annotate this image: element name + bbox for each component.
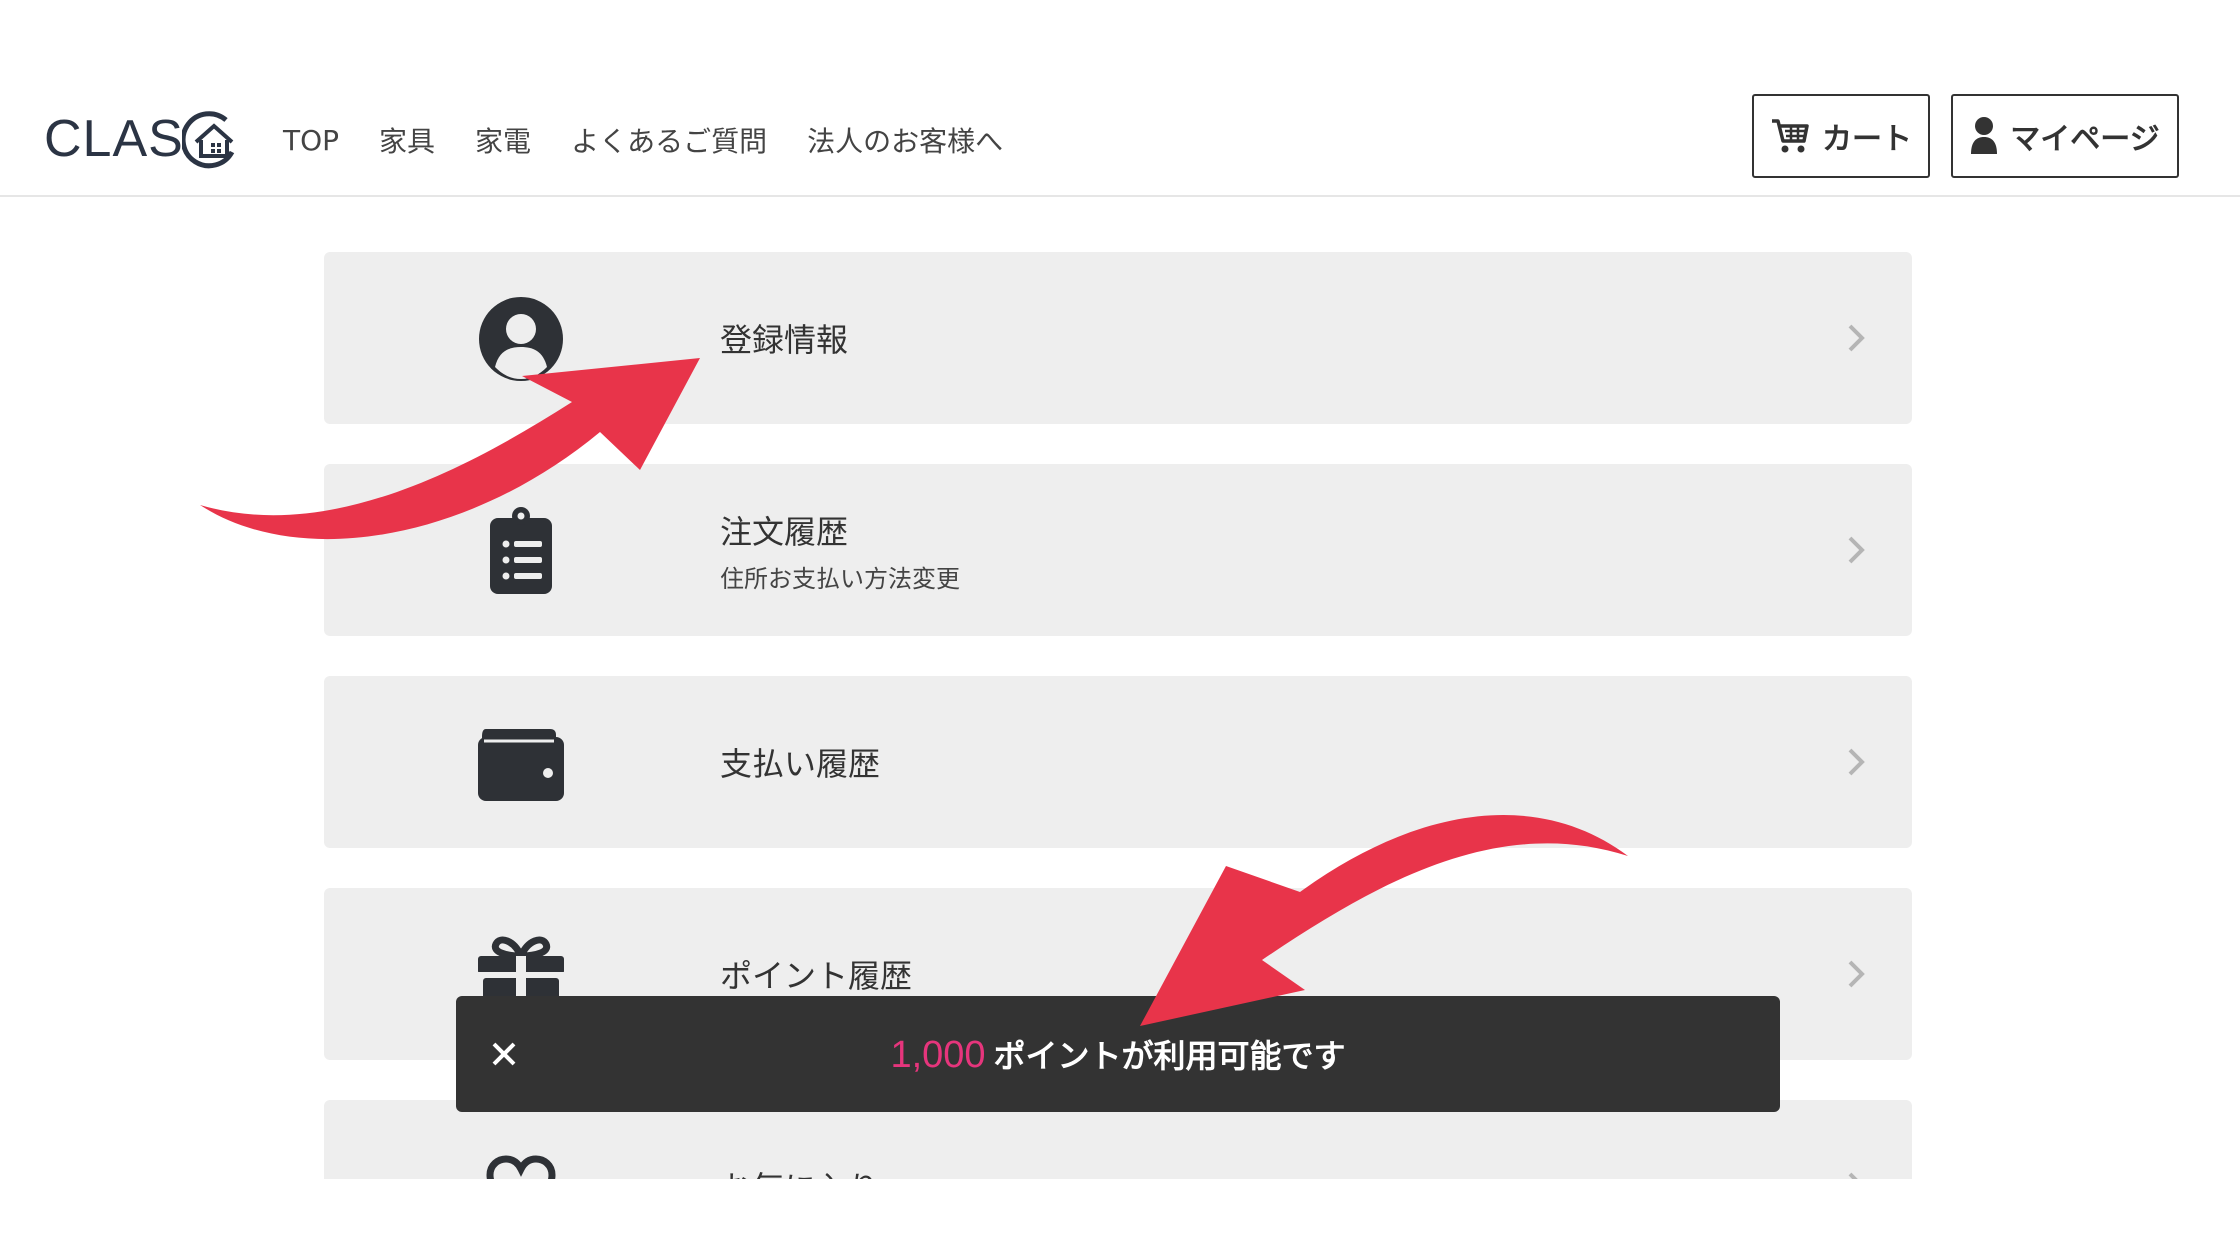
menu-title-point-history: ポイント履歴 [720,957,913,995]
cart-icon [1772,119,1809,153]
menu-title-order-history: 注文履歴 [720,512,849,551]
menu-title-payment-history: 支払い履歴 [720,745,881,783]
user-circle-icon [474,292,568,386]
nav-corporate[interactable]: 法人のお客様へ [807,120,1003,160]
chevron-right-icon [1848,324,1865,352]
logo-text: CLAS [44,110,184,168]
menu-title-registration: 登録情報 [720,321,849,359]
toast-message: 1,000 ポイントが利用可能です [890,1031,1345,1077]
chevron-right-icon [1848,960,1865,988]
nav-faq[interactable]: よくあるご質問 [571,120,767,160]
mypage-label: マイページ [2010,122,2160,157]
clipboard-list-icon [474,504,568,598]
clas-logo[interactable]: CLAS [44,104,240,174]
main-nav: TOP 家具 家電 よくあるご質問 法人のお客様へ [283,116,1003,164]
menu-title-favorites: お気に入り [720,1163,880,1179]
user-icon [1971,117,1998,154]
menu-item-order-history[interactable]: 注文履歴 住所お支払い方法変更 [324,464,1912,636]
toast-points-value: 1,000 [890,1034,986,1076]
chevron-right-icon [1848,748,1865,776]
page: CLAS TOP 家具 家電 よくあるご質問 法人のお客様へ カート マイページ… [0,0,2240,1260]
nav-furniture[interactable]: 家具 [379,120,435,160]
logo-house-icon [181,111,235,169]
nav-top[interactable]: TOP [283,124,339,157]
menu-subtitle-order-history: 住所お支払い方法変更 [720,564,960,593]
cart-button[interactable]: カート [1752,94,1930,178]
chevron-right-icon [1848,536,1865,564]
menu-item-payment-history[interactable]: 支払い履歴 [324,676,1912,848]
heart-icon [474,1140,568,1179]
points-toast: 1,000 ポイントが利用可能です [456,996,1780,1112]
cart-label: カート [1822,122,1912,157]
nav-appliances[interactable]: 家電 [475,120,531,160]
menu-item-registration[interactable]: 登録情報 [324,252,1912,424]
close-icon[interactable] [484,1034,524,1074]
chevron-right-icon [1848,1172,1858,1179]
site-header: CLAS TOP 家具 家電 よくあるご質問 法人のお客様へ カート マイページ [0,60,2240,197]
toast-text: ポイントが利用可能です [993,1037,1346,1075]
wallet-icon [474,716,568,810]
mypage-button[interactable]: マイページ [1951,94,2179,178]
